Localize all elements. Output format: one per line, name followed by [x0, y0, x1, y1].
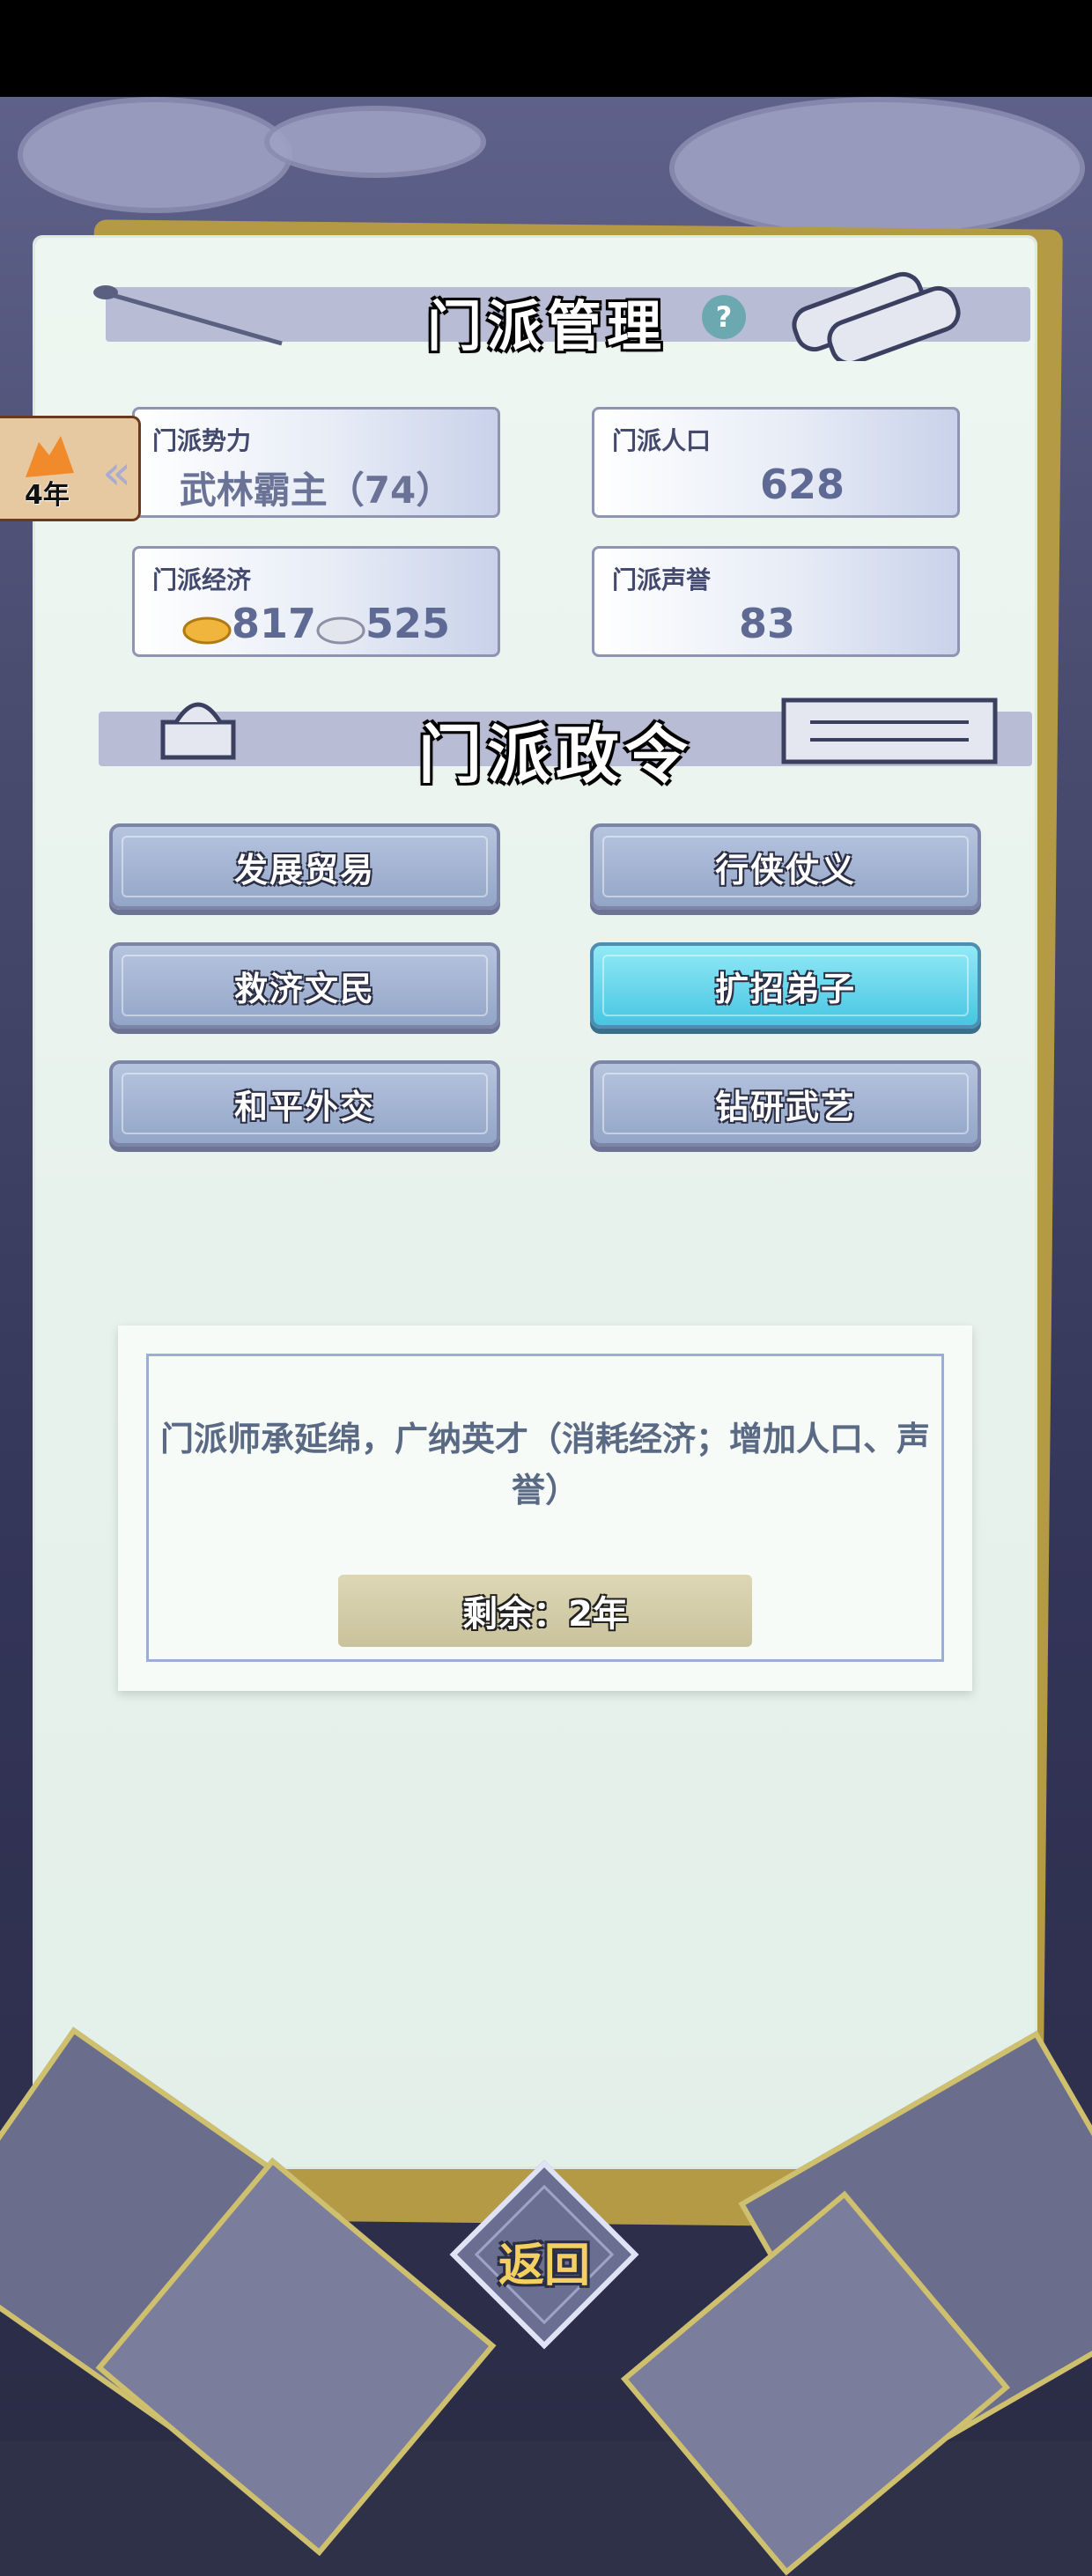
cloud-decoration — [18, 97, 292, 213]
year-label: 4年 — [25, 480, 70, 511]
edict-button-recruit[interactable]: 扩招弟子 — [590, 942, 981, 1029]
stat-value: 武林霸主（74） — [179, 469, 454, 512]
stat-card-power: 门派势力 武林霸主（74） — [132, 407, 500, 518]
gold-value: 817 — [231, 600, 316, 647]
edict-description-card: 门派师承延绵，广纳英才（消耗经济；增加人口、声誉） 剩余：2年 — [118, 1325, 972, 1691]
edict-description: 门派师承延绵，广纳英才（消耗经济；增加人口、声誉） — [159, 1420, 930, 1509]
back-button-label[interactable]: 返回 — [458, 2228, 631, 2294]
edict-button-relief[interactable]: 救济文民 — [109, 942, 500, 1029]
silver-value: 525 — [365, 600, 451, 647]
edicts-title: 门派政令 — [418, 717, 694, 792]
edict-button-trade[interactable]: 发展贸易 — [109, 823, 500, 910]
edict-label: 钻研武艺 — [714, 1087, 856, 1126]
status-bar — [0, 0, 1092, 97]
gold-ingot-icon — [182, 616, 232, 644]
stat-label: 门派人口 — [612, 426, 712, 455]
stat-value: 83 — [738, 600, 795, 647]
brush-icon — [93, 285, 283, 346]
stat-label: 门派势力 — [152, 426, 252, 455]
stat-value: 628 — [759, 461, 845, 508]
edict-label: 扩招弟子 — [714, 969, 856, 1008]
edict-label: 行侠仗义 — [714, 850, 856, 889]
scroll-edict-icon — [781, 698, 998, 764]
stat-card-economy: 门派经济 817 525 — [132, 546, 500, 657]
stat-value: 817 525 — [135, 600, 498, 647]
remaining-time: 剩余：2年 — [462, 1594, 628, 1635]
edict-button-chivalry[interactable]: 行侠仗义 — [590, 823, 981, 910]
page-title: 门派管理 — [427, 294, 668, 358]
management-panel: 门派管理 门派政令 — [35, 238, 1035, 2166]
stat-card-population: 门派人口 628 — [592, 407, 960, 518]
help-button[interactable]: ? — [702, 295, 746, 339]
edict-label: 和平外交 — [233, 1087, 375, 1126]
stat-label: 门派经济 — [152, 565, 252, 594]
cloud-decoration — [264, 106, 486, 178]
seal-icon — [160, 702, 236, 760]
remaining-time-badge: 剩余：2年 — [338, 1575, 752, 1647]
stat-card-reputation: 门派声誉 83 — [592, 546, 960, 657]
year-tab[interactable]: 4年 « — [0, 416, 141, 521]
stat-label: 门派声誉 — [612, 565, 712, 594]
silver-ingot-icon — [316, 616, 365, 644]
edict-label: 发展贸易 — [233, 850, 375, 889]
double-chevron-left-icon: « — [102, 445, 132, 500]
cloud-decoration — [669, 97, 1085, 240]
scroll-bundle-icon — [792, 271, 961, 361]
edict-label: 救济文民 — [233, 969, 375, 1008]
edict-button-martial-study[interactable]: 钻研武艺 — [590, 1060, 981, 1147]
edict-button-diplomacy[interactable]: 和平外交 — [109, 1060, 500, 1147]
